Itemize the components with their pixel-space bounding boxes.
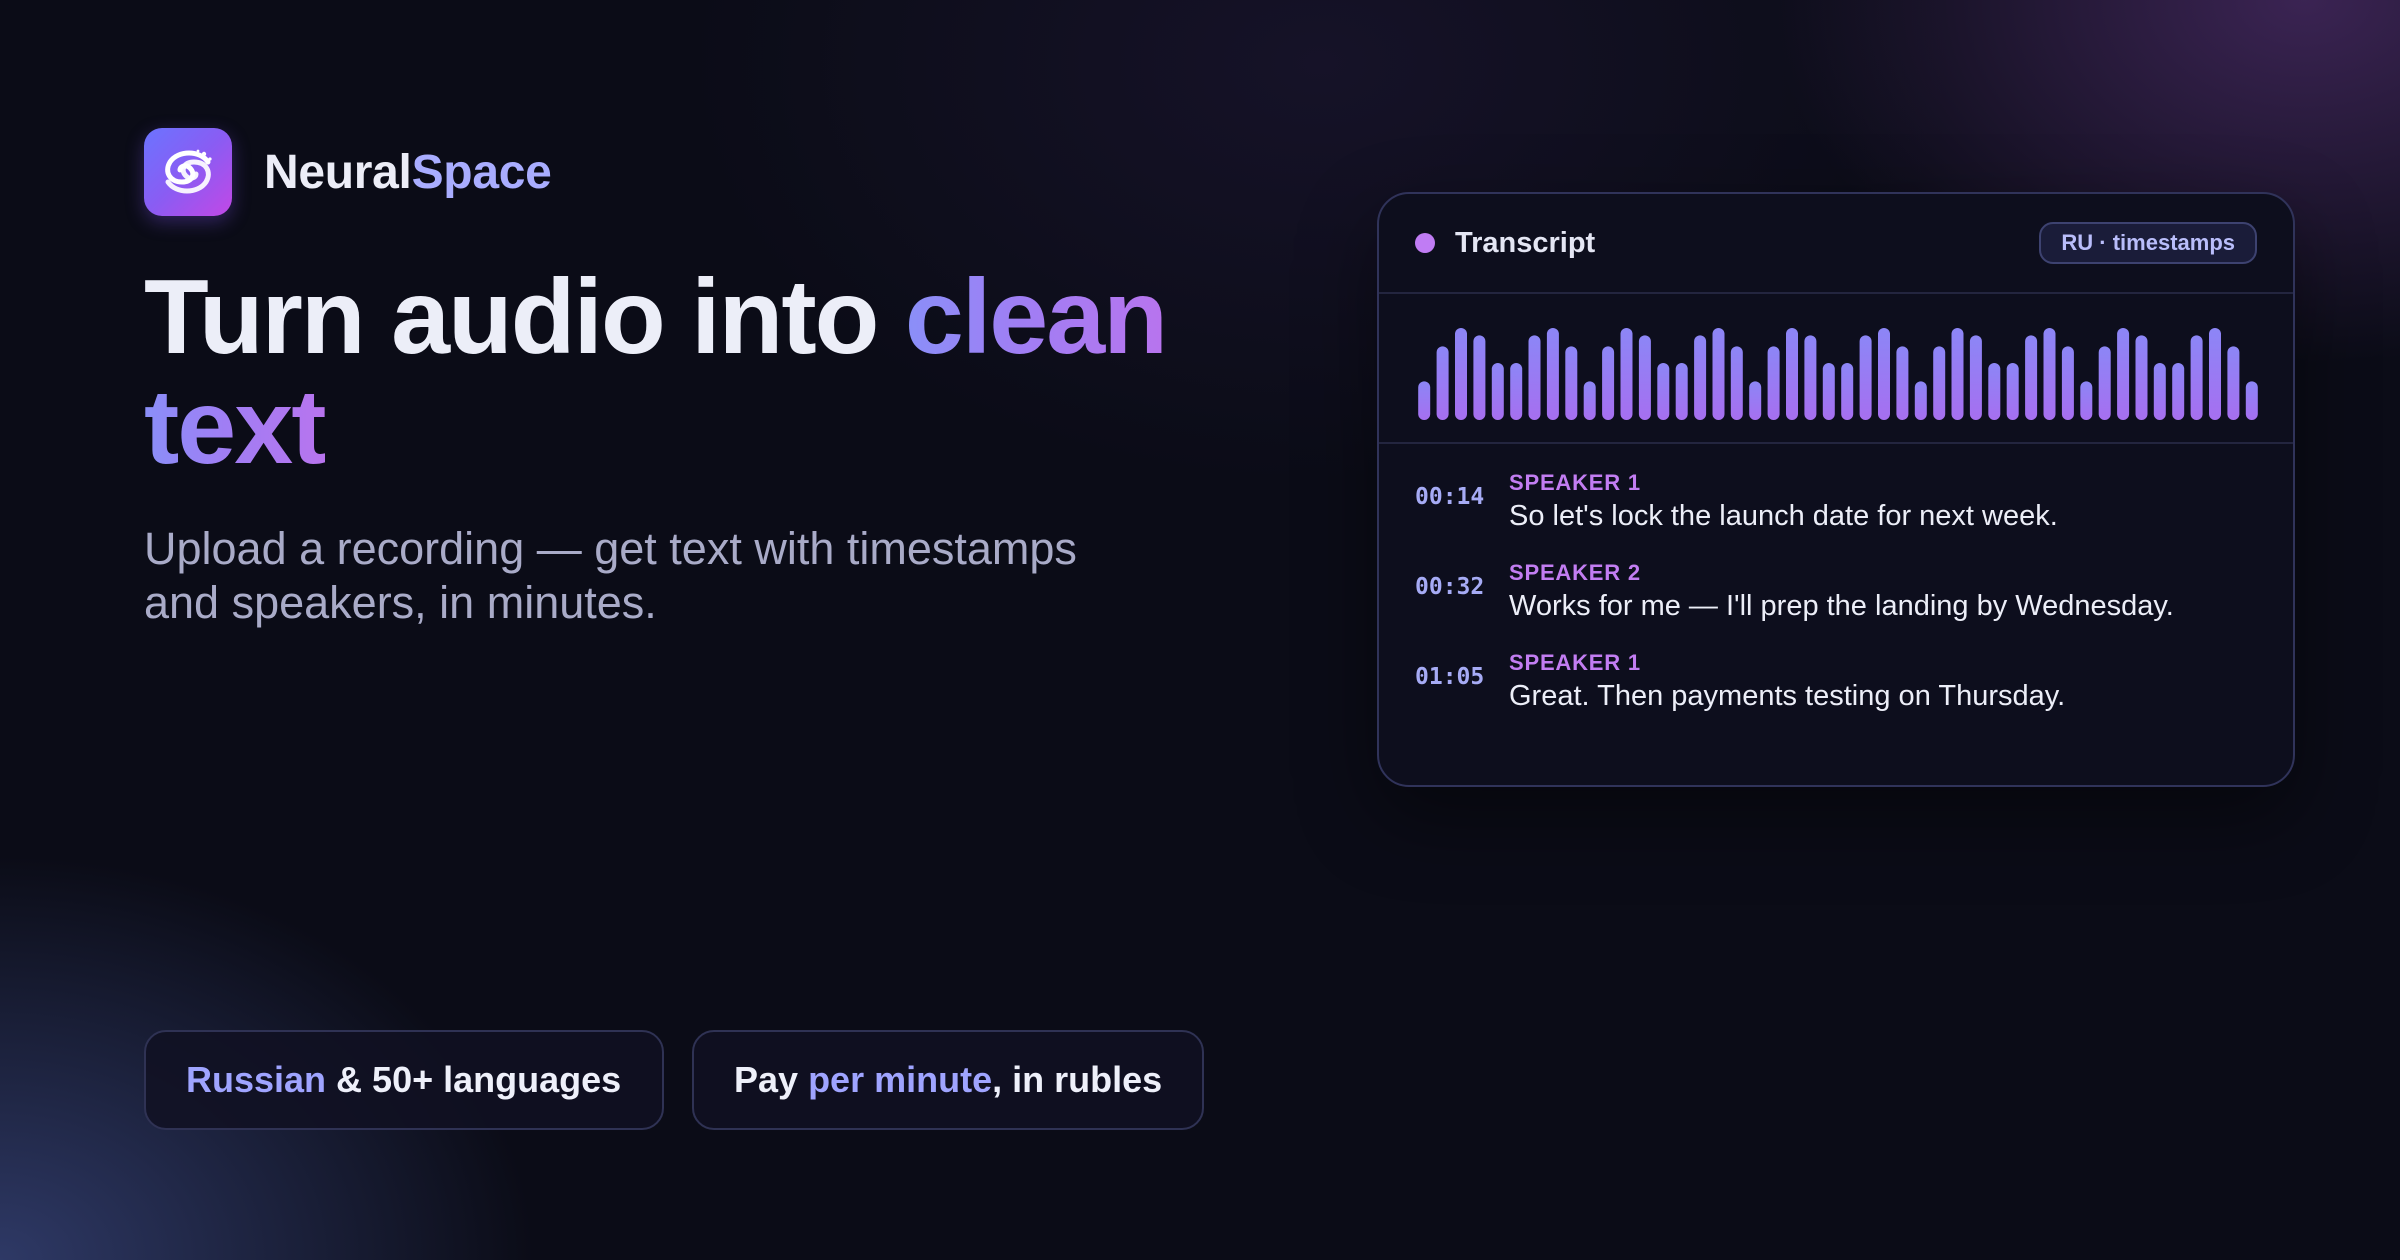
waveform-bar	[1969, 335, 1982, 420]
waveform-bar	[1436, 346, 1449, 420]
brand[interactable]: NeuralSpace	[144, 128, 552, 216]
waveform-bar	[1951, 328, 1964, 420]
waveform-bar	[1767, 346, 1780, 420]
waveform-bar	[2153, 363, 2166, 420]
transcript-line: 00:32 SPEAKER 2 Works for me — I'll prep…	[1415, 560, 2257, 626]
brand-name: NeuralSpace	[264, 145, 552, 200]
galaxy-swirl-icon	[144, 128, 232, 216]
transcript-text: So let's lock the launch date for next w…	[1509, 500, 2058, 532]
waveform-bar	[1565, 346, 1578, 420]
waveform-bar	[2209, 328, 2221, 420]
waveform-bar	[1878, 328, 1890, 420]
waveform-bar	[2172, 363, 2185, 420]
waveform-bar	[2080, 381, 2093, 420]
waveform-area	[1379, 294, 2293, 444]
waveform-bar	[2006, 363, 2019, 420]
waveform-bar	[1694, 335, 1707, 420]
waveform-bar	[1620, 328, 1633, 420]
waveform-bar	[2190, 335, 2203, 420]
waveform-bar	[1638, 335, 1651, 420]
waveform-bar	[2135, 335, 2148, 420]
waveform-bar	[1933, 346, 1946, 420]
timestamp: 00:32	[1415, 574, 1485, 600]
audio-waveform-icon	[1418, 328, 2258, 420]
waveform-bar	[2098, 346, 2111, 420]
waveform-bar	[2117, 328, 2130, 420]
pricing-chip-accent: per minute	[808, 1059, 993, 1100]
pricing-chip: Pay per minute , in rubles	[692, 1030, 1204, 1130]
transcript-line: 00:14 SPEAKER 1 So let's lock the launch…	[1415, 470, 2257, 536]
waveform-bar	[1988, 363, 2001, 420]
page-subtitle: Upload a recording — get text with times…	[144, 523, 1077, 628]
speaker-label: SPEAKER 1	[1509, 470, 1641, 495]
waveform-bar	[1859, 335, 1872, 420]
transcript-text: Works for me — I'll prep the landing by …	[1509, 590, 2174, 622]
languages-chip: Russian & 50+ languages	[144, 1030, 664, 1130]
headline-accent-text: text	[144, 368, 327, 486]
waveform-bar	[2227, 346, 2240, 420]
waveform-bar	[1841, 363, 1854, 420]
waveform-bar	[1602, 346, 1615, 420]
live-dot-icon	[1415, 233, 1435, 253]
waveform-bar	[1730, 346, 1743, 420]
headline-plain: Turn audio into	[144, 258, 905, 376]
page-title: Turn audio into clean text	[144, 262, 1284, 482]
transcript-text: Great. Then payments testing on Thursday…	[1509, 680, 2066, 712]
waveform-bar	[2025, 335, 2038, 420]
pricing-chip-prefix: Pay	[734, 1059, 809, 1100]
waveform-bar	[1804, 335, 1817, 420]
speaker-label: SPEAKER 1	[1509, 650, 1641, 675]
waveform-bar	[1473, 335, 1486, 420]
waveform-bar	[1914, 381, 1927, 420]
waveform-bar	[1583, 381, 1596, 420]
brand-name-part1: Neural	[264, 145, 412, 199]
waveform-bar	[1455, 328, 1467, 420]
waveform-bar	[2245, 381, 2258, 420]
waveform-bar	[1418, 381, 1431, 420]
brand-name-part2: Space	[411, 145, 552, 199]
waveform-bar	[1712, 328, 1725, 420]
waveform-bar	[1491, 363, 1504, 420]
waveform-bar	[1786, 328, 1798, 420]
timestamp: 01:05	[1415, 664, 1485, 690]
waveform-bar	[1657, 363, 1670, 420]
waveform-bar	[1510, 363, 1523, 420]
waveform-bar	[1546, 328, 1559, 420]
languages-chip-rest: & 50+ languages	[326, 1059, 622, 1100]
waveform-bar	[1528, 335, 1541, 420]
transcript-card: Transcript RU · timestamps 00:14 SPEAKER…	[1377, 192, 2295, 787]
waveform-bar	[1675, 363, 1688, 420]
waveform-bar	[1749, 381, 1762, 420]
languages-chip-accent: Russian	[186, 1059, 327, 1100]
language-badge: RU · timestamps	[2039, 222, 2257, 264]
pricing-chip-suffix: , in rubles	[992, 1059, 1163, 1100]
waveform-bar	[2061, 346, 2074, 420]
waveform-bar	[1822, 363, 1835, 420]
headline-accent-clean: clean	[904, 258, 1168, 376]
transcript-line: 01:05 SPEAKER 1 Great. Then payments tes…	[1415, 650, 2257, 716]
transcript-card-header: Transcript RU · timestamps	[1379, 194, 2293, 294]
waveform-bar	[1896, 346, 1909, 420]
transcript-lines: 00:14 SPEAKER 1 So let's lock the launch…	[1379, 444, 2293, 716]
timestamp: 00:14	[1415, 484, 1485, 510]
waveform-bar	[2043, 328, 2056, 420]
speaker-label: SPEAKER 2	[1509, 560, 1641, 585]
transcript-card-title: Transcript	[1455, 226, 1596, 259]
